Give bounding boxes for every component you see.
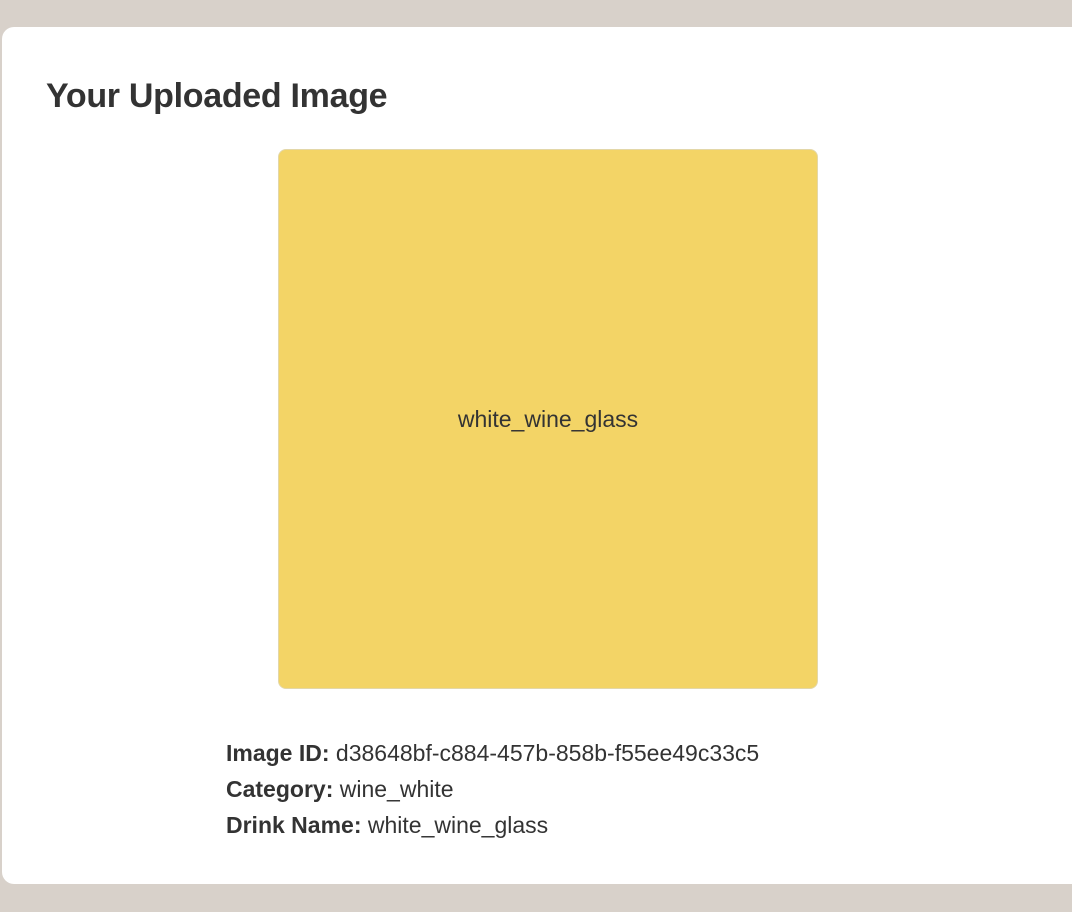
image-id-row: Image ID: d38648bf-c884-457b-858b-f55ee4… — [226, 735, 759, 771]
image-preview-label: white_wine_glass — [457, 405, 639, 432]
uploaded-image-preview: white_wine_glass — [278, 149, 818, 689]
image-id-label: Image ID: — [226, 740, 330, 766]
drink-name-label: Drink Name: — [226, 812, 362, 838]
category-row: Category: wine_white — [226, 771, 759, 807]
category-label: Category: — [226, 776, 334, 802]
drink-name-row: Drink Name: white_wine_glass — [226, 807, 759, 843]
image-details: Image ID: d38648bf-c884-457b-858b-f55ee4… — [226, 735, 759, 843]
category-value: wine_white — [339, 776, 454, 802]
card-title: Your Uploaded Image — [46, 77, 388, 115]
image-id-value: d38648bf-c884-457b-858b-f55ee49c33c5 — [335, 740, 760, 766]
uploaded-image-card: Your Uploaded Image white_wine_glass Ima… — [2, 27, 1072, 884]
drink-name-value: white_wine_glass — [367, 812, 549, 838]
